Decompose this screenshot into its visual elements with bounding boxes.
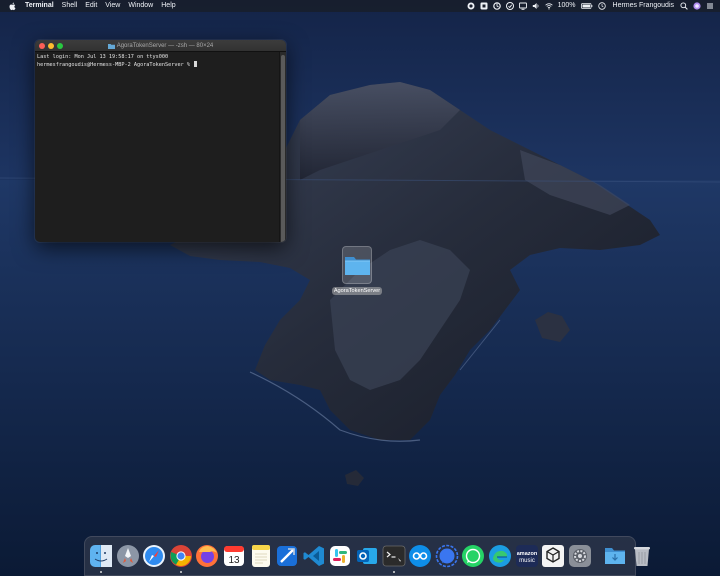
wifi-icon[interactable] bbox=[544, 2, 553, 10]
scrollbar-thumb[interactable] bbox=[281, 55, 285, 242]
launchpad-icon bbox=[116, 545, 139, 567]
outlook-icon bbox=[356, 548, 377, 564]
unity-icon bbox=[542, 545, 565, 567]
whatsapp-icon bbox=[462, 545, 485, 567]
downloads-folder-icon bbox=[605, 548, 626, 564]
battery-percentage: 100% bbox=[557, 2, 576, 9]
edge-icon bbox=[488, 545, 511, 567]
volume-icon[interactable] bbox=[532, 2, 540, 10]
svg-text:amazon: amazon bbox=[516, 551, 537, 557]
running-indicator bbox=[392, 571, 395, 573]
firefox-icon bbox=[196, 545, 219, 567]
running-indicator bbox=[100, 571, 102, 573]
folder-icon bbox=[344, 257, 370, 275]
slack-icon bbox=[330, 546, 351, 566]
user-name[interactable]: Hermes Frangoudis bbox=[613, 0, 674, 12]
folder-selection bbox=[342, 246, 372, 284]
clock-icon[interactable] bbox=[597, 2, 606, 10]
menu-shell[interactable]: Shell bbox=[62, 0, 78, 12]
terminal-titlebar[interactable]: AgoraTokenServer — -zsh — 80×24 bbox=[35, 40, 286, 52]
menu-bar: Terminal Shell Edit View Window Help 100… bbox=[0, 0, 720, 12]
dock-finder[interactable] bbox=[89, 544, 113, 573]
menu-edit[interactable]: Edit bbox=[85, 0, 97, 12]
svg-text:music: music bbox=[519, 558, 535, 564]
chrome-icon bbox=[169, 545, 192, 567]
close-button[interactable] bbox=[39, 42, 45, 49]
dock-slack[interactable] bbox=[328, 544, 352, 568]
vscode-icon bbox=[303, 546, 324, 566]
sync-icon[interactable] bbox=[492, 2, 501, 10]
dock-edge[interactable] bbox=[488, 544, 512, 568]
dock-vscode[interactable] bbox=[302, 544, 326, 568]
menu-view[interactable]: View bbox=[105, 0, 120, 12]
safari-icon bbox=[143, 545, 166, 567]
dock-outlook[interactable] bbox=[355, 544, 379, 568]
signal-icon bbox=[435, 544, 459, 568]
text-cursor bbox=[194, 61, 198, 68]
last-login-line: Last login: Mon Jul 13 19:58:17 on ttys0… bbox=[37, 54, 169, 60]
maximize-button[interactable] bbox=[57, 42, 63, 49]
terminal-content[interactable]: Last login: Mon Jul 13 19:58:17 on ttys0… bbox=[35, 52, 279, 242]
dock-teamviewer[interactable] bbox=[408, 544, 432, 568]
folder-icon bbox=[107, 44, 115, 49]
status-area: 100% Hermes Frangoudis bbox=[462, 0, 720, 12]
desktop-folder-agoratokenserver[interactable]: AgoraTokenServer bbox=[331, 246, 383, 295]
search-icon[interactable] bbox=[680, 2, 688, 10]
dock: 13 amazon music bbox=[84, 536, 650, 576]
dock-downloads-folder[interactable] bbox=[603, 544, 627, 568]
dock-safari[interactable] bbox=[142, 544, 166, 568]
dock-launchpad[interactable] bbox=[116, 544, 140, 568]
app-status-icon[interactable] bbox=[505, 2, 514, 10]
terminal-scrollbar[interactable] bbox=[279, 52, 286, 242]
dock-terminal[interactable] bbox=[382, 544, 406, 573]
screen-icon[interactable] bbox=[518, 2, 527, 10]
apple-menu-icon[interactable] bbox=[8, 2, 17, 11]
dock-unity[interactable] bbox=[541, 544, 565, 568]
battery-icon[interactable] bbox=[580, 2, 593, 10]
svg-text:13: 13 bbox=[228, 555, 240, 566]
dock-signal[interactable] bbox=[435, 544, 459, 568]
menu-window[interactable]: Window bbox=[128, 0, 153, 12]
calendar-icon: 13 bbox=[223, 546, 244, 566]
dock-chrome[interactable] bbox=[169, 544, 193, 573]
dock-xcode[interactable] bbox=[275, 544, 299, 568]
amazon-music-icon: amazonmusic bbox=[515, 545, 538, 567]
terminal-icon bbox=[382, 545, 405, 567]
running-indicator bbox=[179, 571, 182, 573]
teamviewer-icon bbox=[409, 545, 432, 567]
window-title: AgoraTokenServer — -zsh — 80×24 bbox=[35, 40, 286, 52]
desktop-folder-label: AgoraTokenServer bbox=[331, 287, 383, 295]
dock-whatsapp[interactable] bbox=[461, 544, 485, 568]
window-title-text: AgoraTokenServer — -zsh — 80×24 bbox=[116, 43, 214, 49]
menu-help[interactable]: Help bbox=[161, 0, 175, 12]
finder-icon bbox=[90, 545, 112, 567]
window-controls bbox=[39, 42, 66, 49]
siri-icon[interactable] bbox=[693, 2, 701, 10]
control-icon[interactable] bbox=[706, 2, 714, 10]
dock-calendar[interactable]: 13 bbox=[222, 544, 246, 568]
dock-notes[interactable] bbox=[249, 544, 273, 568]
minimize-button[interactable] bbox=[48, 42, 54, 49]
dropbox-icon[interactable] bbox=[480, 2, 488, 10]
menu-app-name[interactable]: Terminal bbox=[25, 0, 54, 12]
dock-amazon-music[interactable]: amazon music bbox=[515, 544, 539, 568]
prompt-line: hermesfrangoudis@Hermess-MBP-2 AgoraToke… bbox=[37, 61, 277, 69]
dock-system-preferences[interactable] bbox=[568, 544, 592, 568]
notes-icon bbox=[251, 545, 270, 567]
dock-firefox[interactable] bbox=[195, 544, 219, 568]
trash-icon bbox=[633, 547, 650, 566]
gear-icon bbox=[568, 545, 591, 567]
prompt-text: hermesfrangoudis@Hermess-MBP-2 AgoraToke… bbox=[37, 62, 194, 69]
record-icon[interactable] bbox=[467, 2, 475, 10]
terminal-window[interactable]: AgoraTokenServer — -zsh — 80×24 Last log… bbox=[35, 40, 286, 242]
dock-trash[interactable] bbox=[630, 544, 654, 568]
xcode-icon bbox=[277, 546, 298, 566]
